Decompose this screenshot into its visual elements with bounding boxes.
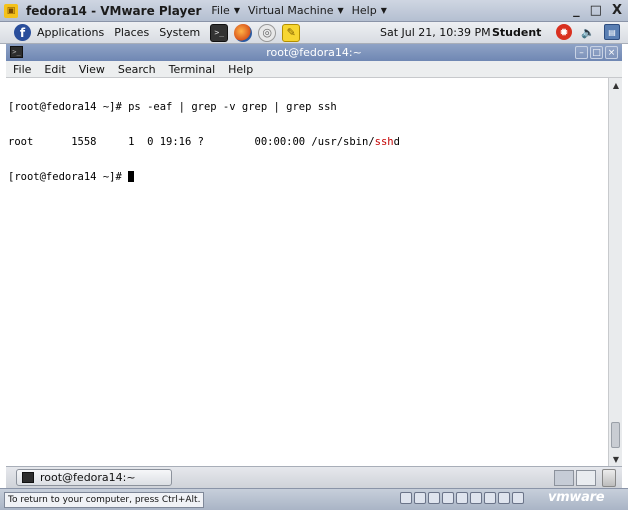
network-icon[interactable]: ◎ — [258, 23, 277, 42]
message-icon[interactable] — [512, 492, 524, 504]
terminal-menu-edit[interactable]: Edit — [44, 63, 65, 76]
system-menu[interactable]: System — [159, 26, 200, 39]
vmware-window-title: fedora14 - VMware Player — [26, 3, 202, 18]
terminal-window-controls: – □ × — [575, 46, 618, 59]
display-icon[interactable] — [498, 492, 510, 504]
notes-icon[interactable]: ✎ — [282, 23, 301, 42]
terminal-titlebar: >_ root@fedora14:~ – □ × — [6, 44, 622, 61]
fedora-logo-icon[interactable]: f — [14, 24, 31, 41]
scroll-down-arrow-icon[interactable]: ▼ — [610, 453, 622, 465]
chevron-down-icon: ▼ — [233, 6, 240, 15]
sound-card-icon[interactable] — [470, 492, 482, 504]
vmware-titlebar: ▣ fedora14 - VMware Player File ▼ Virtual… — [0, 0, 628, 22]
terminal-minimize-button[interactable]: – — [575, 46, 588, 59]
panel-clock[interactable]: Sat Jul 21, 10:39 PM — [380, 26, 491, 39]
terminal-title: root@fedora14:~ — [266, 46, 362, 59]
terminal-window-icon[interactable]: >_ — [10, 46, 23, 58]
vmware-menu-virtual-machine[interactable]: Virtual Machine ▼ — [248, 4, 344, 17]
terminal-menubar: File Edit View Search Terminal Help — [6, 61, 622, 78]
terminal-scrollbar[interactable]: ▲ ▼ — [608, 78, 622, 466]
applications-menu[interactable]: Applications — [37, 26, 104, 39]
terminal-close-button[interactable]: × — [605, 46, 618, 59]
vmware-statusbar: To return to your computer, press Ctrl+A… — [0, 488, 628, 510]
printer-icon[interactable] — [484, 492, 496, 504]
terminal-menu-view[interactable]: View — [79, 63, 105, 76]
chevron-down-icon: ▼ — [380, 6, 387, 15]
terminal-menu-search[interactable]: Search — [118, 63, 156, 76]
release-hint: To return to your computer, press Ctrl+A… — [4, 491, 205, 508]
scrollbar-thumb[interactable] — [611, 422, 620, 448]
cd-drive-icon[interactable] — [414, 492, 426, 504]
scroll-up-arrow-icon[interactable]: ▲ — [610, 79, 622, 91]
release-hint-text: To return to your computer, press Ctrl+A… — [8, 494, 201, 505]
terminal-menu-terminal[interactable]: Terminal — [169, 63, 216, 76]
terminal-line: root 1558 1 0 19:16 ? 00:00:00 /usr/sbin… — [8, 135, 400, 148]
terminal-launcher-icon[interactable]: >_ — [210, 23, 229, 42]
usb-icon[interactable] — [456, 492, 468, 504]
vmware-logo-icon: ▣ — [4, 3, 18, 18]
places-menu[interactable]: Places — [114, 26, 149, 39]
trash-icon[interactable] — [602, 469, 616, 487]
terminal-menu-help[interactable]: Help — [228, 63, 253, 76]
terminal-prompt-line: [root@fedora14 ~]# — [8, 171, 606, 183]
vmware-brand-logo: vmware — [548, 490, 605, 505]
minimize-button[interactable]: _ — [573, 3, 580, 18]
grep-match-highlight: ssh — [374, 135, 394, 148]
hard-disk-icon[interactable] — [400, 492, 412, 504]
close-button[interactable]: X — [612, 3, 622, 18]
terminal-menu-file[interactable]: File — [13, 63, 31, 76]
volume-icon[interactable]: 🔈 — [580, 24, 596, 40]
vmware-device-icons — [400, 492, 524, 504]
chevron-down-icon: ▼ — [337, 6, 344, 15]
terminal-maximize-button[interactable]: □ — [590, 46, 603, 59]
floppy-icon[interactable] — [428, 492, 440, 504]
text-cursor — [128, 171, 135, 182]
network-adapter-icon[interactable] — [442, 492, 454, 504]
terminal-task-icon — [22, 472, 34, 483]
network-monitor-icon[interactable]: ▤ — [604, 24, 620, 40]
panel-user[interactable]: Student — [492, 26, 541, 39]
taskbar-terminal-label: root@fedora14:~ — [40, 471, 136, 484]
update-icon[interactable]: ✹ — [556, 24, 572, 40]
vmware-menu-file[interactable]: File ▼ — [211, 4, 240, 17]
workspace-1[interactable] — [554, 470, 574, 486]
system-tray: ✹ 🔈 ▤ — [556, 24, 620, 40]
vmware-window-controls: _ □ X — [573, 3, 622, 18]
gnome-bottom-panel: root@fedora14:~ — [6, 466, 622, 488]
workspace-2[interactable] — [576, 470, 596, 486]
terminal-line: [root@fedora14 ~]# ps -eaf | grep -v gre… — [8, 101, 337, 113]
taskbar-terminal-button[interactable]: root@fedora14:~ — [16, 469, 172, 486]
terminal-output[interactable]: [root@fedora14 ~]# ps -eaf | grep -v gre… — [6, 78, 608, 466]
maximize-button[interactable]: □ — [590, 3, 602, 18]
vmware-menu-help[interactable]: Help ▼ — [352, 4, 387, 17]
firefox-icon[interactable] — [234, 23, 253, 42]
